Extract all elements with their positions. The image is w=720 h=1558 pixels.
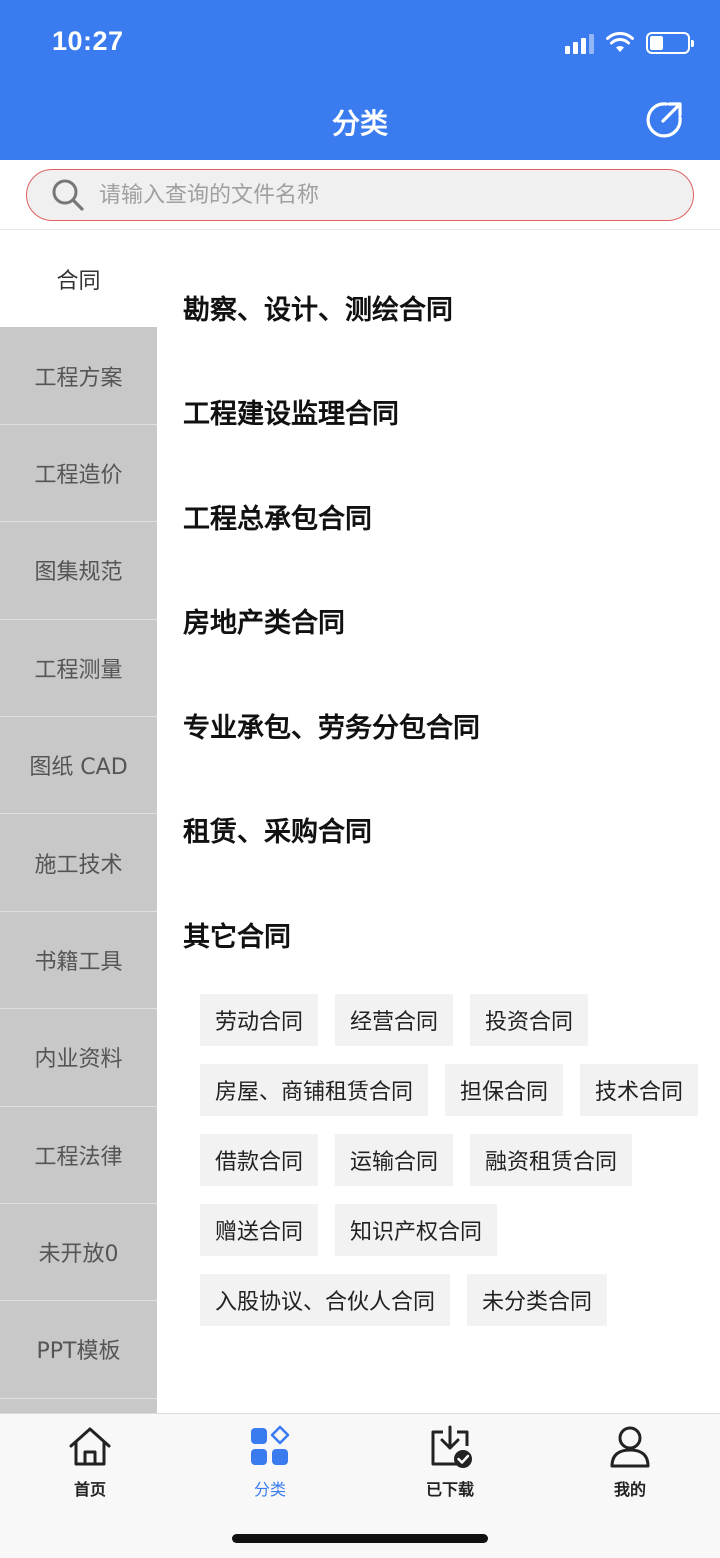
category-epc-contract[interactable]: 工程总承包合同 <box>183 497 372 536</box>
sidebar-item-atlas-spec[interactable]: 图集规范 <box>0 522 157 620</box>
category-content: 勘察、设计、测绘合同 工程建设监理合同 工程总承包合同 房地产类合同 专业承包、… <box>157 230 720 1413</box>
tab-category[interactable]: 分类 <box>210 1424 330 1500</box>
sidebar-item-construction-tech[interactable]: 施工技术 <box>0 814 157 912</box>
signal-icon <box>565 32 594 54</box>
tag-uncategorized-contract[interactable]: 未分类合同 <box>467 1274 608 1326</box>
other-contract-tags: 劳动合同 经营合同 投资合同 房屋、商铺租赁合同 担保合同 技术合同 借款合同 … <box>200 994 700 1326</box>
category-sidebar: 合同 工程方案 工程造价 图集规范 工程测量 图纸 CAD 施工技术 书籍工具 … <box>0 230 157 1413</box>
tab-mine[interactable]: 我的 <box>570 1424 690 1500</box>
tag-loan-contract[interactable]: 借款合同 <box>200 1134 319 1186</box>
tag-technology-contract[interactable]: 技术合同 <box>580 1064 699 1116</box>
sidebar-item-internal-docs[interactable]: 内业资料 <box>0 1009 157 1107</box>
search-box[interactable] <box>26 169 694 221</box>
home-indicator <box>232 1534 488 1543</box>
category-lease-purchase-contract[interactable]: 租赁、采购合同 <box>183 810 372 849</box>
tag-operation-contract[interactable]: 经营合同 <box>335 994 454 1046</box>
tab-category-label: 分类 <box>253 1480 286 1499</box>
tag-gift-contract[interactable]: 赠送合同 <box>200 1204 319 1256</box>
category-subcontract[interactable]: 专业承包、劳务分包合同 <box>183 706 480 745</box>
sidebar-item-survey[interactable]: 工程测量 <box>0 620 157 717</box>
tag-partnership-contract[interactable]: 入股协议、合伙人合同 <box>200 1274 451 1326</box>
page-title: 分类 <box>331 107 388 140</box>
sidebar-item-ppt[interactable]: PPT模板 <box>0 1301 157 1399</box>
category-real-estate-contract[interactable]: 房地产类合同 <box>183 601 345 640</box>
tab-home-label: 首页 <box>73 1480 106 1499</box>
sidebar-item-books-tools[interactable]: 书籍工具 <box>0 912 157 1010</box>
wifi-icon <box>606 32 634 52</box>
tag-finance-lease-contract[interactable]: 融资租赁合同 <box>470 1134 633 1186</box>
tag-investment-contract[interactable]: 投资合同 <box>470 994 589 1046</box>
sidebar-item-law[interactable]: 工程法律 <box>0 1107 157 1204</box>
sidebar-item-unopened[interactable]: 未开放0 <box>0 1204 157 1302</box>
tab-downloaded[interactable]: 已下载 <box>390 1424 510 1500</box>
tag-transport-contract[interactable]: 运输合同 <box>335 1134 454 1186</box>
app-header: 10:27 分类 <box>0 0 720 160</box>
category-survey-design-contract[interactable]: 勘察、设计、测绘合同 <box>183 288 453 327</box>
sidebar-item-cad[interactable]: 图纸 CAD <box>0 717 157 815</box>
tag-guarantee-contract[interactable]: 担保合同 <box>445 1064 564 1116</box>
sidebar-item-engineering-plan[interactable]: 工程方案 <box>0 327 157 425</box>
status-icons <box>565 30 694 56</box>
user-icon <box>610 1426 650 1468</box>
tab-mine-label: 我的 <box>613 1480 646 1499</box>
search-bar <box>0 160 720 230</box>
tag-ip-contract[interactable]: 知识产权合同 <box>335 1204 498 1256</box>
tab-downloaded-label: 已下载 <box>425 1480 474 1499</box>
battery-level <box>650 36 663 50</box>
category-icon <box>251 1425 290 1465</box>
home-icon <box>69 1427 111 1466</box>
battery-icon <box>646 32 694 54</box>
tab-home[interactable]: 首页 <box>30 1424 150 1500</box>
search-input[interactable] <box>99 182 599 208</box>
tag-house-lease-contract[interactable]: 房屋、商铺租赁合同 <box>200 1064 429 1116</box>
search-icon <box>52 179 84 211</box>
status-time: 10:27 <box>52 26 124 56</box>
share-icon[interactable] <box>644 100 684 140</box>
sidebar-item-contract[interactable]: 合同 <box>0 230 157 328</box>
download-icon <box>431 1425 472 1468</box>
category-other-contract[interactable]: 其它合同 <box>183 915 291 954</box>
sidebar-item-cost[interactable]: 工程造价 <box>0 425 157 523</box>
tag-labor-contract[interactable]: 劳动合同 <box>200 994 319 1046</box>
category-supervision-contract[interactable]: 工程建设监理合同 <box>183 392 399 431</box>
